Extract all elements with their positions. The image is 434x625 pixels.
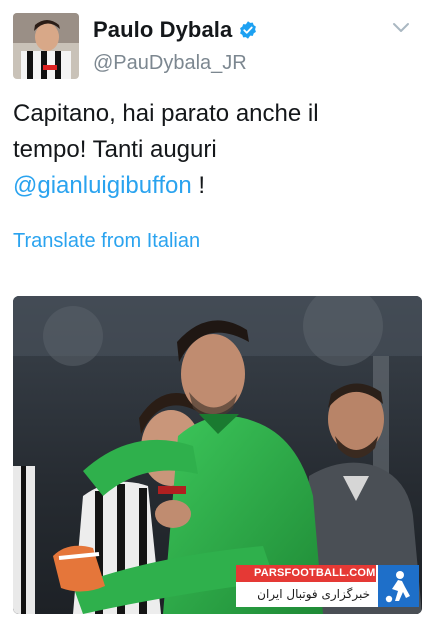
translate-link[interactable]: Translate from Italian [13, 230, 200, 253]
watermark-badge: PARSFOOTBALL.COM خبرگزاری فوتبال ایران [236, 565, 419, 607]
verified-badge-icon [240, 21, 257, 39]
avatar[interactable] [13, 13, 79, 79]
user-handle[interactable]: @PauDybala_JR [93, 52, 247, 75]
display-name-text: Paulo Dybala [93, 17, 233, 42]
tweet-text: Capitano, hai parato anche il tempo! Tan… [13, 96, 423, 204]
avatar-image [13, 13, 79, 79]
tweet-text-line-1: Capitano, hai parato anche il [13, 100, 319, 127]
watermark-site: PARSFOOTBALL.COM [236, 565, 376, 582]
tweet-text-line-3: @gianluigibuffon ! [13, 168, 423, 204]
chevron-down-icon[interactable] [392, 22, 410, 34]
tweet-text-line-2: tempo! Tanti auguri [13, 136, 217, 163]
watermark-persian: خبرگزاری فوتبال ایران [236, 582, 376, 607]
tweet-header: Paulo Dybala @PauDybala_JR [0, 0, 434, 82]
footballer-logo-icon [376, 565, 419, 607]
display-name[interactable]: Paulo Dybala [93, 17, 258, 43]
mention-link[interactable]: @gianluigibuffon [13, 172, 192, 199]
tweet-text-end: ! [191, 172, 206, 199]
